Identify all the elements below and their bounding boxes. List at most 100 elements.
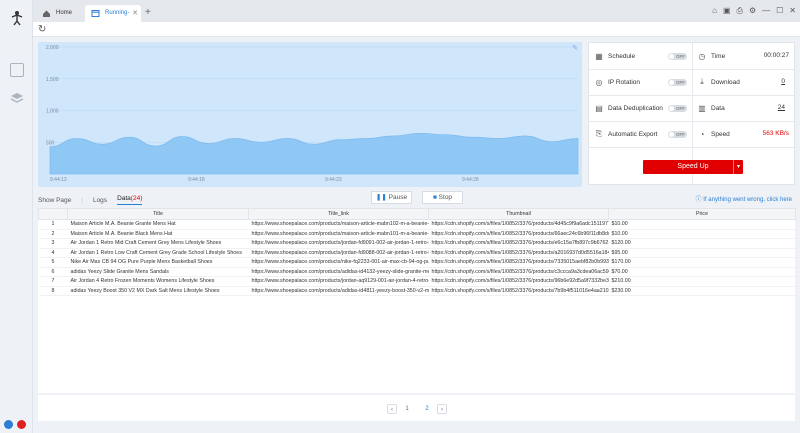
table-row[interactable]: 6 adidas Yeezy Slide Granite Mens Sandals… xyxy=(38,267,796,277)
help-text: If anything went wrong, click here xyxy=(703,197,792,203)
cell-title: Air Jordan 1 Retro Mid Craft Cement Grey… xyxy=(67,238,249,249)
x-tick-label: 9:44:23 xyxy=(325,177,342,183)
tab-home[interactable]: Home xyxy=(36,5,86,22)
header-price[interactable]: Price xyxy=(608,208,796,220)
edit-icon[interactable]: ✎ xyxy=(572,44,578,52)
time-row: ◷ Time xyxy=(697,43,726,69)
pause-button[interactable]: ❚❚ Pause xyxy=(371,191,412,204)
cell-title: adidas Yeezy Boost 350 V2 MX Dark Salt M… xyxy=(67,286,249,296)
stop-button[interactable]: ■ Stop xyxy=(422,191,463,204)
pause-icon: ❚❚ xyxy=(375,194,389,201)
add-tab-button[interactable]: + xyxy=(145,7,151,18)
help-link[interactable]: ⓘ If anything went wrong, click here xyxy=(696,194,792,203)
table-row[interactable]: 5 Nike Air Max CB 94 OG Pure Purple Mens … xyxy=(38,257,796,268)
clock-icon: ◷ xyxy=(698,51,706,61)
close-tab-icon[interactable]: ✕ xyxy=(132,5,138,22)
gauge-icon: ◔ xyxy=(699,129,705,139)
result-tabs: Show Page | Logs Data(24) xyxy=(38,195,143,205)
stop-label: Stop xyxy=(438,194,453,201)
header-thumbnail[interactable]: Thumbnail xyxy=(428,208,609,220)
refresh-icon[interactable]: ↻ xyxy=(38,24,46,35)
table-row[interactable]: 4 Air Jordan 1 Retro Low Craft Cement Gre… xyxy=(38,248,796,258)
close-icon[interactable]: ✕ xyxy=(789,6,796,16)
schedule-toggle[interactable]: OFF xyxy=(668,53,687,60)
table-header: Title Title_link Thumbnail Price xyxy=(38,208,796,220)
download-row: ⤓ Download xyxy=(697,69,740,95)
table-row[interactable]: 8 adidas Yeezy Boost 350 V2 MX Dark Salt … xyxy=(38,286,796,296)
gear-icon[interactable]: ⚙ xyxy=(749,6,756,16)
cell-thumbnail: https://cdn.shopify.com/s/files/1/0852/3… xyxy=(428,238,609,249)
cell-thumbnail: https://cdn.shopify.com/s/files/1/0852/3… xyxy=(428,257,609,268)
calendar-icon: ▦ xyxy=(595,51,603,61)
ip-rotation-row: ◎ IP Rotation xyxy=(594,69,641,95)
speed-value: 563 KB/s xyxy=(762,130,789,137)
next-page-button[interactable]: › xyxy=(437,404,447,414)
cell-thumbnail: https://cdn.shopify.com/s/files/1/0852/3… xyxy=(428,248,609,258)
new-task-icon[interactable] xyxy=(10,63,24,77)
tab-running[interactable]: Running-N... ✕ xyxy=(85,5,141,33)
cell-title-link: https://www.shoepalace.com/products/mais… xyxy=(248,229,429,239)
notification-icon[interactable] xyxy=(17,420,26,429)
data-table: Title Title_link Thumbnail Price 1 Maison… xyxy=(38,208,796,393)
home-icon[interactable]: ⌂ xyxy=(712,6,717,16)
cell-price: $10.00 xyxy=(608,229,796,239)
header-title-link[interactable]: Title_link xyxy=(248,208,429,220)
speed-chart: 2,000 1,500 1,000 500 9:44:13 9:44:18 9:44:23 9… xyxy=(38,42,582,187)
speed-label: Speed xyxy=(711,130,730,138)
tab-show-page[interactable]: Show Page xyxy=(38,197,71,204)
table-row[interactable]: 2 Maison Article M.A. Beanie Black Mens H… xyxy=(38,229,796,239)
pagination: ‹ 1 2 › xyxy=(38,395,795,421)
x-tick-label: 9:44:13 xyxy=(50,177,67,183)
header-index xyxy=(38,208,68,220)
home-icon xyxy=(42,9,51,18)
user-avatar-icon[interactable] xyxy=(4,420,13,429)
chevron-down-icon[interactable]: ▾ xyxy=(733,160,743,174)
dedup-toggle[interactable]: OFF xyxy=(668,105,687,112)
row-index: 5 xyxy=(38,257,68,268)
cell-title: adidas Yeezy Slide Granite Mens Sandals xyxy=(67,267,249,277)
download-label: Download xyxy=(711,78,740,86)
cell-title-link: https://www.shoepalace.com/products/adid… xyxy=(248,267,429,277)
row-index: 2 xyxy=(38,229,68,239)
data-row: ▥ Data xyxy=(697,95,725,121)
row-index: 3 xyxy=(38,238,68,249)
chart-svg: 2,000 1,500 1,000 500 9:44:13 9:44:18 9:44:23 9… xyxy=(46,45,579,183)
page-2-button[interactable]: 2 xyxy=(422,404,432,414)
cell-price: $10.00 xyxy=(608,219,796,230)
table-row[interactable]: 1 Maison Article M.A. Beanie Grante Mens … xyxy=(38,219,796,230)
minimize-icon[interactable]: — xyxy=(762,6,770,16)
cell-price: $70.00 xyxy=(608,267,796,277)
auto-export-toggle[interactable]: OFF xyxy=(668,131,687,138)
cell-price: $170.00 xyxy=(608,257,796,268)
prev-page-button[interactable]: ‹ xyxy=(387,404,397,414)
header-title[interactable]: Title xyxy=(67,208,249,220)
ip-rotation-toggle[interactable]: OFF xyxy=(668,79,687,86)
tab-data[interactable]: Data(24) xyxy=(117,195,143,205)
print-icon[interactable]: ⎙ xyxy=(737,6,743,16)
page-1-button[interactable]: 1 xyxy=(402,404,412,414)
auto-export-label: Automatic Export xyxy=(608,130,658,138)
row-index: 6 xyxy=(38,267,68,277)
layers-icon[interactable] xyxy=(10,91,24,105)
data-label: Data xyxy=(711,104,725,112)
globe-icon: ◎ xyxy=(595,77,603,87)
tab-logs[interactable]: Logs xyxy=(93,197,107,204)
time-value: 00:00:27 xyxy=(763,52,789,59)
maximize-icon[interactable]: ☐ xyxy=(776,6,783,16)
cell-title: Air Jordan 4 Retro Frozen Moments Womens… xyxy=(67,276,249,287)
cell-title-link: https://www.shoepalace.com/products/mais… xyxy=(248,219,429,230)
table-row[interactable]: 7 Air Jordan 4 Retro Frozen Moments Women… xyxy=(38,276,796,287)
data-count-badge: (24) xyxy=(130,195,143,202)
speed-up-button[interactable]: Speed Up xyxy=(643,160,743,174)
bar-chart-icon: ▥ xyxy=(698,103,706,113)
window-icon[interactable]: ▣ xyxy=(723,6,731,16)
download-value[interactable]: 0 xyxy=(781,78,785,85)
data-value[interactable]: 24 xyxy=(778,104,785,111)
cell-price: $95.00 xyxy=(608,248,796,258)
y-tick-label: 1,000 xyxy=(46,109,59,115)
x-tick-label: 9:44:18 xyxy=(188,177,205,183)
cell-thumbnail: https://cdn.shopify.com/s/files/1/0852/3… xyxy=(428,286,609,296)
toolbar: ↻ xyxy=(33,22,800,37)
y-tick-label: 500 xyxy=(46,140,55,146)
table-row[interactable]: 3 Air Jordan 1 Retro Mid Craft Cement Gre… xyxy=(38,238,796,249)
